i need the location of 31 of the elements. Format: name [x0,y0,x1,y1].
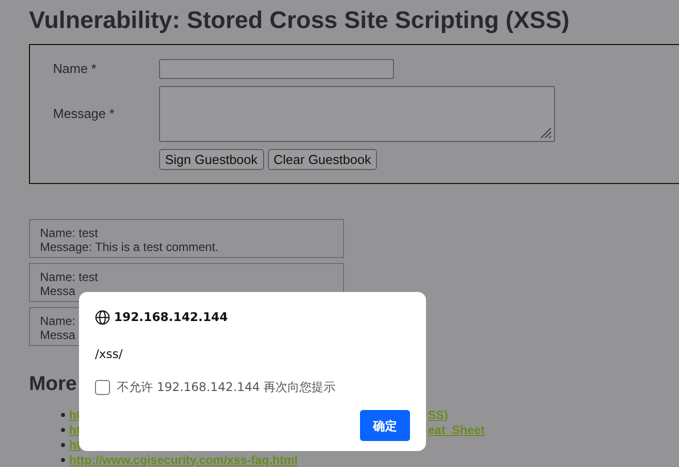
checkbox[interactable] [95,380,110,394]
bullet-icon [61,442,65,446]
name-field[interactable] [159,59,394,79]
entry-text: Messa [40,284,76,298]
form-button[interactable]: Clear Guestbook [268,149,378,170]
bullet-icon [61,412,65,416]
entry-text: Name: [40,314,76,328]
form-button[interactable]: Sign Guestbook [159,149,264,170]
bullet-icon [61,458,65,462]
checkbox-label: 不允许 192.168.142.144 再次向您提示 [117,379,336,396]
resize-grip-icon[interactable] [540,127,552,139]
entry-text: Message: This is a test comment. [40,240,219,254]
dialog-message: /xss/ [95,346,124,363]
link[interactable]: ht [69,438,80,452]
ok-button[interactable]: 确定 [360,410,410,441]
link[interactable]: SS) [428,408,448,422]
bullet-icon [61,428,65,432]
field-label: Message * [53,105,116,124]
link[interactable]: http://www.cgisecurity.com/xss-faq.html [69,452,298,466]
link[interactable]: eat_Sheet [428,422,485,436]
dialog-title: 192.168.142.144 [114,309,228,326]
link[interactable]: ht [69,408,80,422]
entry-text: Name: test [40,226,98,240]
field-label: Name * [53,60,98,78]
entry-text: Name: test [40,270,98,284]
section-heading: More [29,372,77,396]
entry-text: Messa [40,328,76,342]
message-field[interactable] [159,86,555,142]
link[interactable]: ht [69,422,80,436]
globe-icon [95,310,110,324]
page-title: Vulnerability: Stored Cross Site Scripting (XSS) [29,6,571,36]
